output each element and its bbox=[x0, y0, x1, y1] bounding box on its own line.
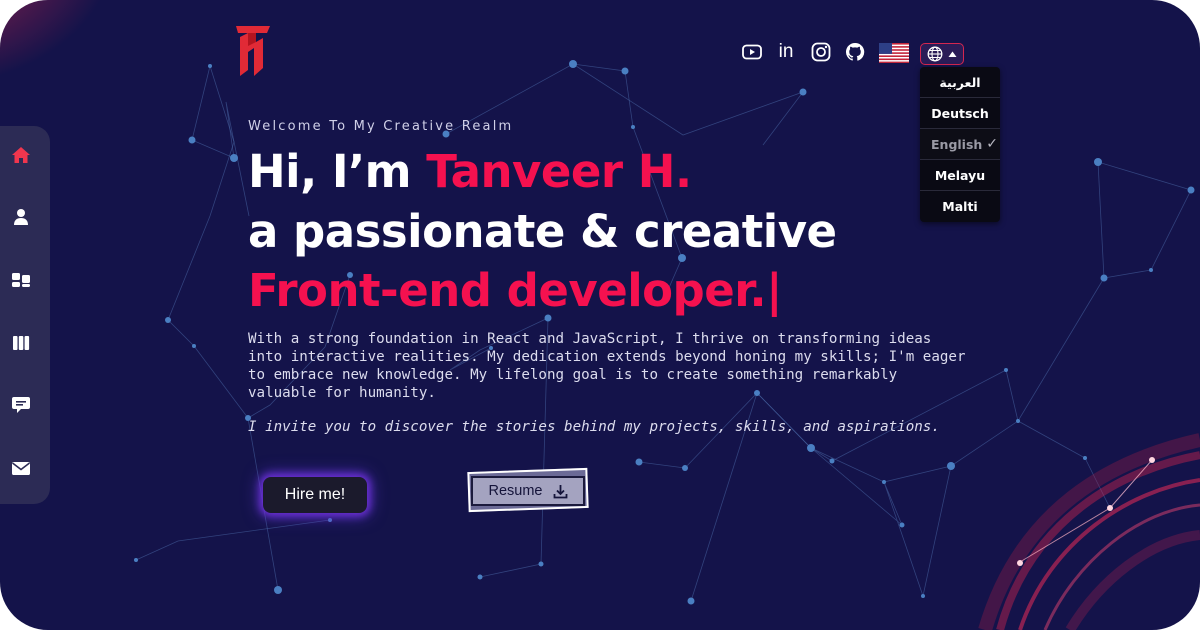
language-option-label: English bbox=[931, 136, 983, 152]
linkedin-icon[interactable]: in bbox=[775, 38, 797, 66]
columns-icon bbox=[13, 336, 30, 350]
hero-page: in العربية Deutsch English ✓ Melayu Malti bbox=[0, 0, 1200, 630]
hero-name: Tanveer H. bbox=[426, 145, 692, 198]
us-flag-icon[interactable] bbox=[879, 43, 909, 63]
language-option-label: Deutsch bbox=[931, 105, 989, 121]
language-option-label: العربية bbox=[939, 74, 981, 90]
youtube-icon[interactable] bbox=[741, 38, 763, 66]
sidebar-item-portfolio[interactable] bbox=[8, 330, 34, 356]
language-option-malay[interactable]: Melayu bbox=[920, 160, 1000, 191]
hire-me-button[interactable]: Hire me! bbox=[263, 477, 367, 513]
hero-heading-line1: Hi, I’m Tanveer H. bbox=[248, 142, 692, 202]
globe-icon bbox=[927, 46, 943, 62]
instagram-icon[interactable] bbox=[810, 38, 832, 66]
language-menu: العربية Deutsch English ✓ Melayu Malti bbox=[920, 67, 1000, 222]
mail-icon bbox=[12, 461, 30, 475]
brand-logo[interactable] bbox=[234, 24, 272, 76]
linkedin-icon-text: in bbox=[778, 41, 794, 62]
sidebar-item-testimonials[interactable] bbox=[8, 392, 34, 418]
invite-text: I invite you to discover the stories beh… bbox=[248, 419, 940, 435]
caret-up-icon bbox=[948, 51, 957, 57]
language-option-german[interactable]: Deutsch bbox=[920, 98, 1000, 129]
download-icon bbox=[553, 484, 567, 498]
hero-heading-line3: Front-end developer.| bbox=[248, 264, 783, 317]
language-option-english[interactable]: English ✓ bbox=[920, 129, 1000, 160]
decorative-sphere bbox=[978, 433, 1200, 630]
language-option-arabic[interactable]: العربية bbox=[920, 67, 1000, 98]
sidebar-item-contact[interactable] bbox=[8, 455, 34, 481]
sidebar-item-about[interactable] bbox=[8, 204, 34, 230]
sidebar-item-home[interactable] bbox=[8, 142, 34, 168]
resume-label: Resume bbox=[488, 483, 543, 499]
language-option-maltese[interactable]: Malti bbox=[920, 191, 1000, 222]
language-option-label: Malti bbox=[942, 199, 978, 214]
sidebar-nav bbox=[0, 126, 50, 504]
dashboard-icon bbox=[12, 273, 30, 287]
github-icon[interactable] bbox=[844, 38, 866, 66]
resume-button-face: Resume bbox=[471, 476, 585, 506]
language-toggle[interactable] bbox=[920, 43, 964, 65]
comment-icon bbox=[12, 397, 30, 413]
home-icon bbox=[12, 147, 30, 163]
hero-heading-line2: a passionate & creative bbox=[248, 205, 837, 258]
resume-button[interactable]: Resume bbox=[466, 467, 592, 516]
language-option-label: Melayu bbox=[934, 167, 986, 183]
welcome-tagline: Welcome To My Creative Realm bbox=[248, 119, 514, 134]
sidebar-item-services[interactable] bbox=[8, 267, 34, 293]
greeting-text: Hi, I’m bbox=[248, 145, 427, 198]
user-icon bbox=[14, 209, 28, 225]
intro-paragraph: With a strong foundation in React and Ja… bbox=[248, 331, 966, 401]
corner-glow bbox=[0, 0, 115, 85]
checkmark-icon: ✓ bbox=[986, 136, 998, 152]
